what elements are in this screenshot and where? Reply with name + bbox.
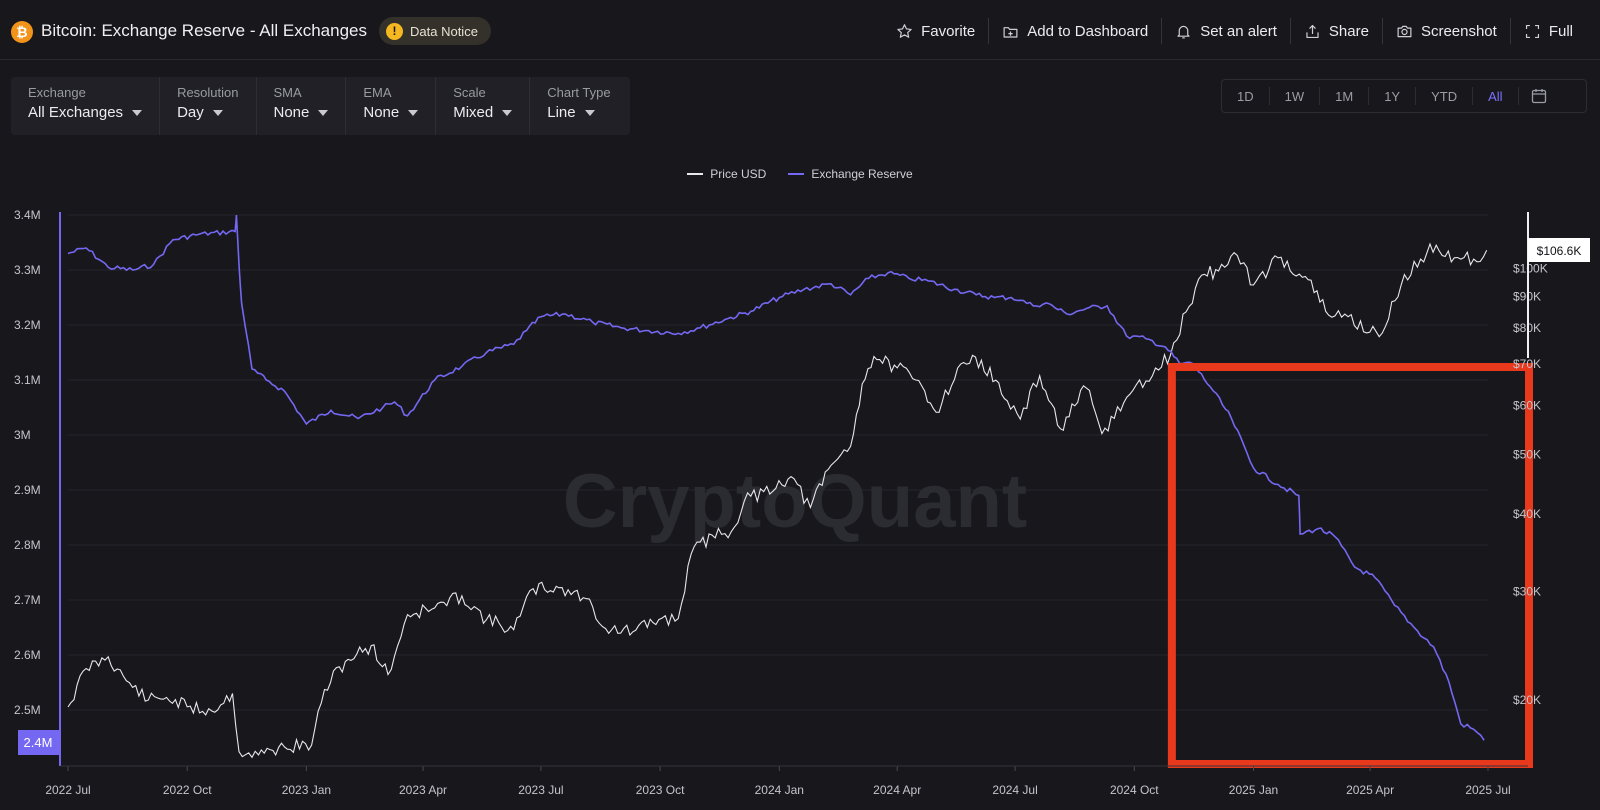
y-right-tick-label: $60K	[1513, 398, 1541, 412]
y-left-tick-label: 3.4M	[14, 208, 41, 222]
x-tick-label: 2023 Jan	[282, 783, 331, 797]
y-left-tick-label: 2.5M	[14, 703, 41, 717]
x-tick-label: 2025 Jan	[1229, 783, 1278, 797]
reserve-tag-text: 2.4M	[24, 735, 53, 750]
y-left-tick-label: 3.3M	[14, 263, 41, 277]
x-tick-label: 2023 Jul	[518, 783, 563, 797]
price-current-value-tag: $106.6K	[1528, 238, 1590, 262]
y-right-tick-label: $30K	[1513, 584, 1541, 598]
x-tick-label: 2024 Jan	[755, 783, 804, 797]
y-right-tick-label: $100K	[1513, 261, 1548, 275]
y-right-tick-label: $40K	[1513, 507, 1541, 521]
price-tag-text: $106.6K	[1537, 244, 1582, 258]
x-tick-label: 2025 Jul	[1465, 783, 1510, 797]
x-tick-label: 2024 Oct	[1110, 783, 1159, 797]
x-tick-label: 2023 Apr	[399, 783, 447, 797]
x-tick-label: 2023 Oct	[636, 783, 685, 797]
x-tick-label: 2022 Oct	[163, 783, 212, 797]
y-right-tick-label: $70K	[1513, 357, 1541, 371]
highlight-box	[1167, 363, 1534, 768]
x-tick-label: 2022 Jul	[45, 783, 90, 797]
watermark-text: CryptoQuant	[563, 459, 1027, 544]
y-left-tick-label: 2.9M	[14, 483, 41, 497]
y-left-tick-label: 2.8M	[14, 538, 41, 552]
y-left-tick-label: 2.6M	[14, 648, 41, 662]
chart-canvas: CryptoQuant 3.4M 3.3M 3.2M 3.1M 3M 2.9M 2.8M 2.…	[14, 208, 1590, 797]
y-left-tick-label: 3M	[14, 428, 31, 442]
reserve-current-value-tag: 2.4M	[18, 730, 59, 755]
x-tick-label: 2024 Apr	[873, 783, 921, 797]
y-right-tick-label: $20K	[1513, 693, 1541, 707]
y-left-tick-label: 3.1M	[14, 373, 41, 387]
y-left-tick-label: 2.7M	[14, 593, 41, 607]
x-tick-label: 2025 Apr	[1346, 783, 1394, 797]
y-right-tick-label: $50K	[1513, 447, 1541, 461]
x-tick-label: 2024 Jul	[992, 783, 1037, 797]
y-left-tick-label: 3.2M	[14, 318, 41, 332]
